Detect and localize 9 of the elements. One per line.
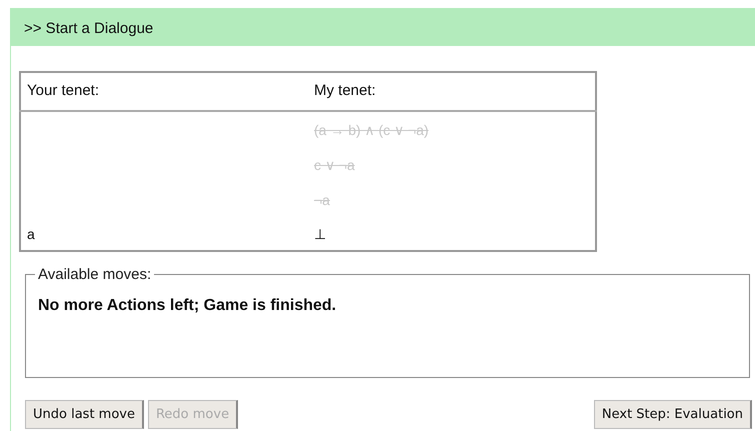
action-button[interactable]: Next Step: Evaluation [594,400,752,429]
table-cell: a [20,216,308,250]
panel-title: >> Start a Dialogue [24,20,154,37]
action-button[interactable]: Undo last move [25,400,144,429]
panel-legend: Available moves: [35,266,154,284]
column-header: Your tenet: [20,72,308,110]
column-header: My tenet: [308,72,596,110]
status-message: No more Actions left; Game is finished. [38,296,338,316]
table-cell: ⊥ [308,216,596,250]
